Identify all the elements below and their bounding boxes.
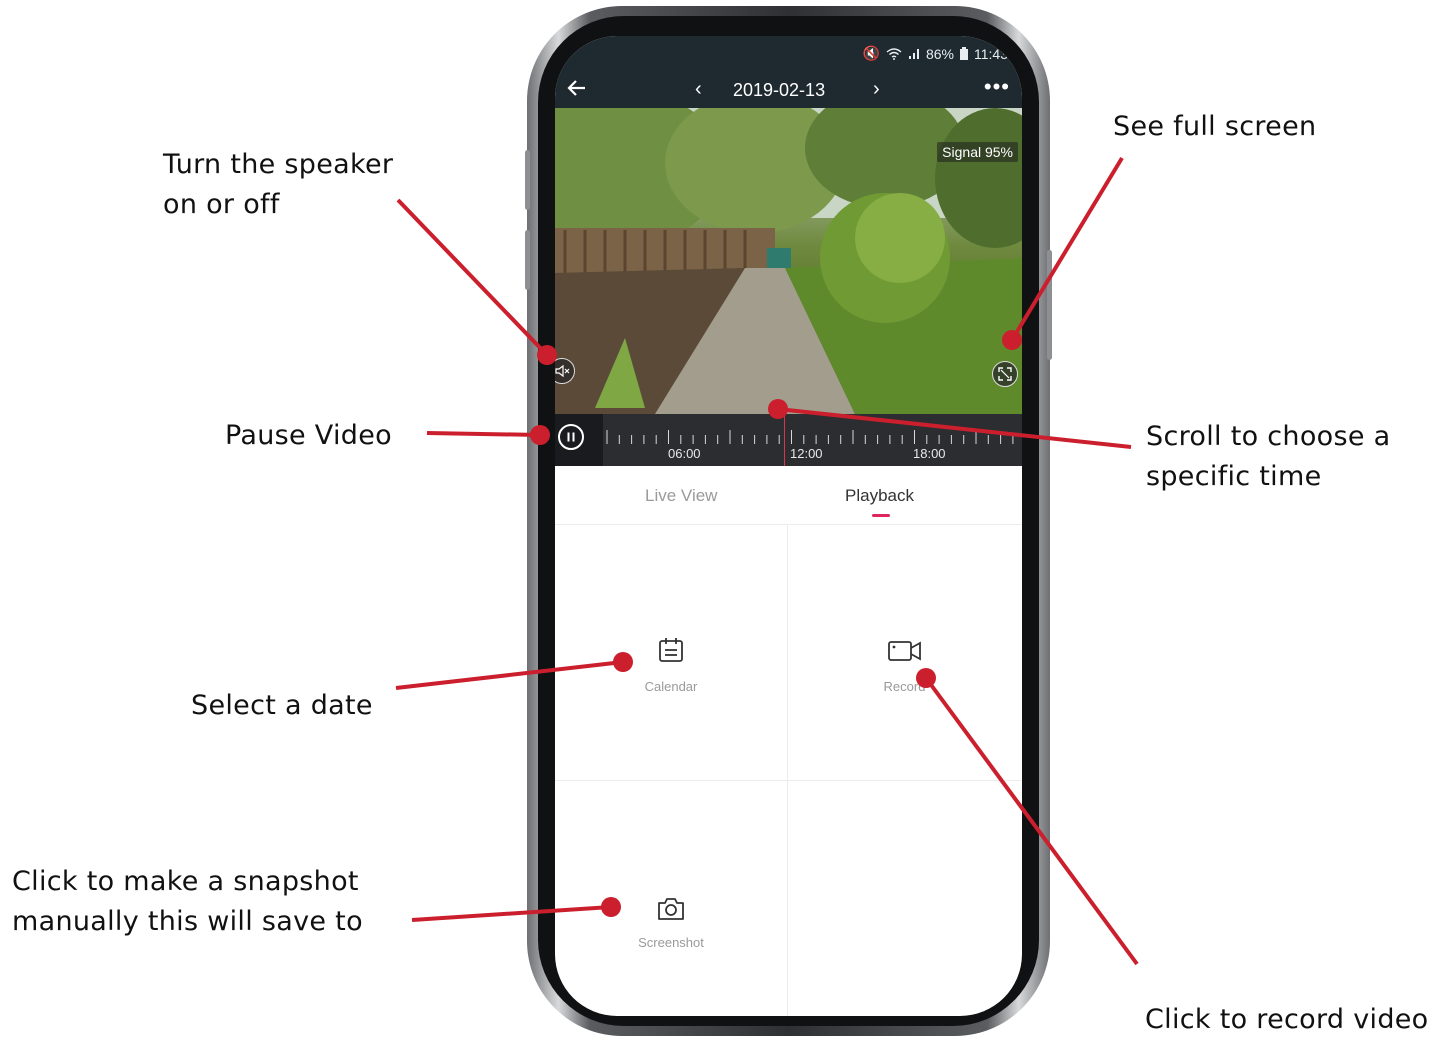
callout-fullscreen: See full screen	[1113, 111, 1317, 142]
empty-cell	[788, 781, 1021, 1016]
callout-scroll: Scroll to choose a specific time	[1146, 417, 1390, 497]
callout-scroll-line-2: specific time	[1146, 461, 1322, 492]
timeline-label-1200: 12:00	[790, 446, 823, 461]
screenshot-label: Screenshot	[638, 935, 704, 950]
callout-speaker: Turn the speaker on or off	[163, 145, 393, 225]
fullscreen-button[interactable]	[992, 361, 1018, 387]
signal-strength-badge: Signal 95%	[937, 142, 1018, 162]
tab-live-view[interactable]: Live View	[645, 486, 717, 506]
calendar-icon	[659, 638, 683, 662]
pause-button[interactable]	[558, 424, 584, 450]
pause-icon	[567, 432, 575, 442]
timeline-label-1800: 18:00	[913, 446, 946, 461]
video-camera-icon	[887, 641, 921, 661]
cell-signal-icon	[908, 48, 919, 59]
callout-date: Select a date	[191, 690, 373, 721]
calendar-label: Calendar	[644, 679, 698, 694]
tab-playback[interactable]: Playback	[845, 486, 914, 506]
fullscreen-icon	[998, 367, 1012, 381]
previous-date-button[interactable]: ‹	[695, 78, 702, 101]
pause-area	[555, 414, 603, 466]
callout-snapshot-line-2: manually this will save to	[12, 906, 363, 937]
timeline-ticks	[606, 430, 1014, 444]
speaker-mute-icon	[555, 364, 570, 378]
record-button[interactable]: Record	[788, 525, 1021, 781]
timeline-current-marker	[784, 414, 785, 466]
screenshot-button[interactable]: Screenshot	[555, 781, 788, 1016]
timeline-label-0600: 06:00	[668, 446, 701, 461]
callout-speaker-line-2: on or off	[163, 189, 280, 220]
phone-side-button	[525, 230, 530, 290]
battery-icon	[960, 47, 968, 60]
status-icons: 🔇 86% 11:43	[863, 45, 1008, 62]
phone-screen: 🔇 86% 11:43 ‹ 2019-02-13 › ••• Signal 95…	[555, 36, 1022, 1016]
mute-icon: 🔇	[862, 45, 880, 61]
callout-scroll-line-1: Scroll to choose a	[1146, 421, 1391, 452]
more-menu-button[interactable]: •••	[984, 74, 1010, 100]
camera-video: Signal 95%	[555, 108, 1022, 414]
phone-side-button	[525, 150, 530, 210]
record-label: Record	[883, 679, 926, 694]
callout-pause: Pause Video	[225, 420, 392, 451]
status-bar: 🔇 86% 11:43	[555, 36, 1022, 72]
nav-bar: ‹ 2019-02-13 › •••	[555, 72, 1022, 108]
battery-percent: 86%	[925, 45, 954, 62]
wifi-icon	[886, 47, 902, 60]
mode-tabs: Live View Playback	[555, 466, 1022, 525]
status-time: 11:43	[974, 45, 1008, 62]
playback-date: 2019-02-13	[733, 80, 826, 100]
callout-record: Click to record video	[1145, 1004, 1429, 1035]
arrow-left-icon[interactable]	[565, 76, 589, 100]
callout-snapshot: Click to make a snapshot manually this w…	[12, 862, 363, 942]
feature-grid: Calendar Record Screenshot	[555, 525, 1022, 1016]
callout-snapshot-line-1: Click to make a snapshot	[12, 866, 359, 897]
calendar-button[interactable]: Calendar	[555, 525, 788, 781]
callout-speaker-line-1: Turn the speaker	[163, 149, 394, 180]
pointer-pause-line	[426, 431, 541, 437]
timeline-scrubber[interactable]: 06:00 12:00 18:00	[555, 414, 1022, 466]
next-date-button[interactable]: ›	[873, 78, 880, 101]
active-tab-indicator	[872, 514, 890, 517]
phone-side-button	[1047, 250, 1052, 360]
camera-icon	[658, 898, 684, 920]
